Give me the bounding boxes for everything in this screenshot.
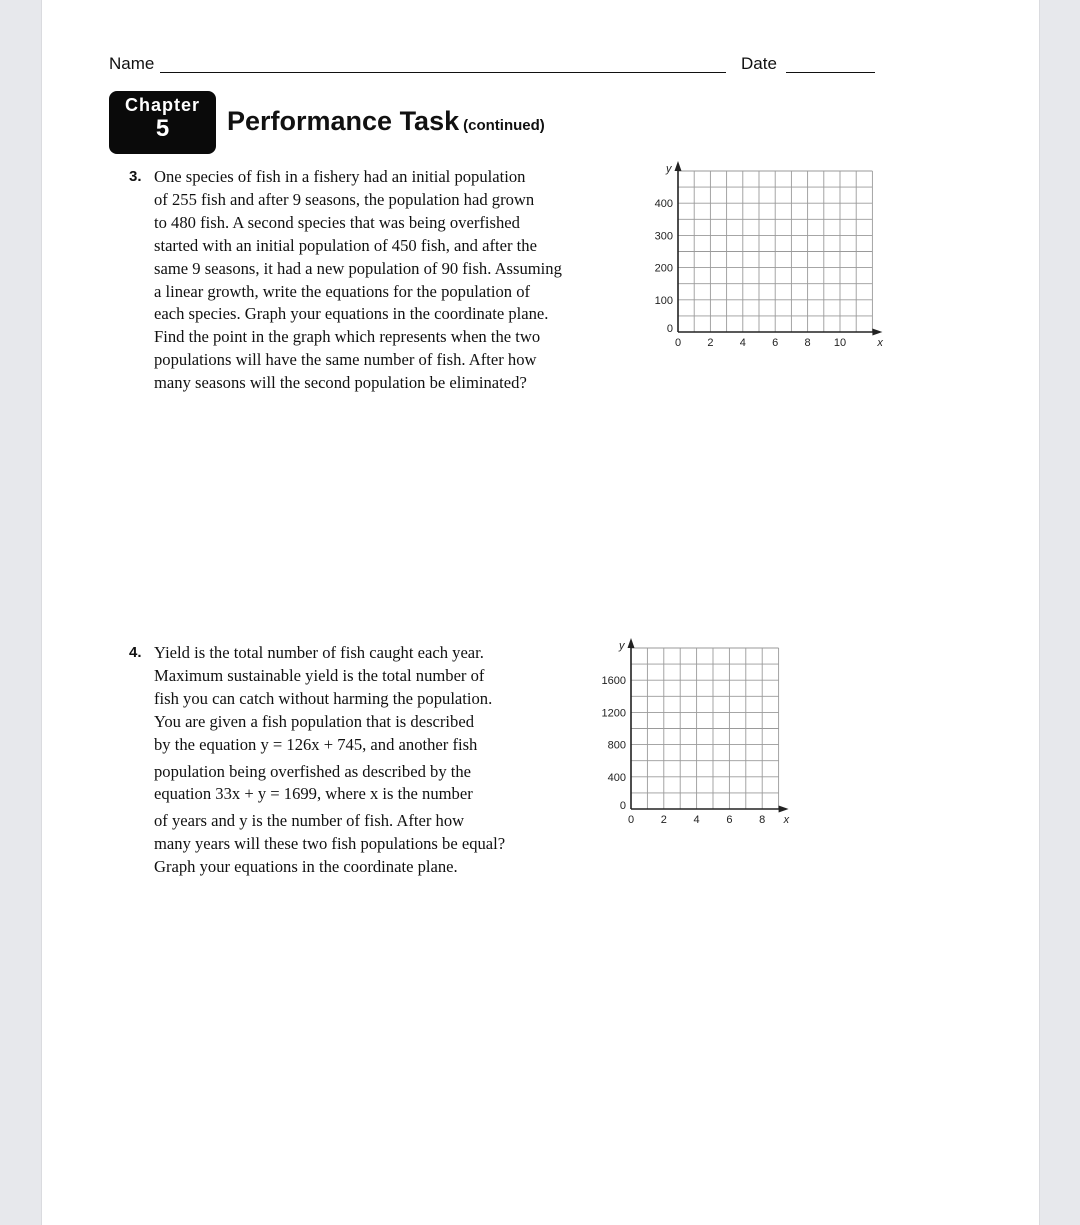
y-tick-label: 1600: [602, 675, 626, 687]
problem-number: 3.: [129, 168, 142, 185]
date-label: Date: [741, 54, 777, 73]
y-tick-label: 0: [667, 323, 673, 335]
problem-text-line: Find the point in the graph which repres…: [154, 327, 541, 347]
date-input-line[interactable]: [786, 72, 875, 73]
coordinate-plane-problem-4[interactable]: x y 0 2 4 6 8 0 400 800 1200 1600: [590, 638, 800, 833]
x-tick-label: 4: [694, 814, 700, 826]
problem-text-line: fish you can catch without harming the p…: [154, 688, 493, 708]
problem-text-line: populations will have the same number of…: [154, 350, 537, 370]
y-tick-label: 400: [608, 772, 626, 784]
x-axis-label: x: [876, 337, 883, 349]
page-title-text: Performance Task: [227, 106, 460, 136]
x-tick-label: 10: [834, 337, 846, 349]
x-tick-label: 4: [740, 337, 746, 349]
y-tick-label: 800: [608, 740, 626, 752]
problem-text-line: You are given a fish population that is …: [154, 711, 474, 731]
x-axis-arrow-icon: [872, 328, 883, 336]
problem-text-line: Graph your equations in the coordinate p…: [154, 857, 458, 877]
problem-text-line: to 480 fish. A second species that was b…: [154, 212, 520, 232]
x-tick-label: 6: [772, 337, 778, 349]
page-title-suffix: (continued): [463, 117, 545, 134]
chapter-word: Chapter: [124, 95, 200, 115]
x-tick-label: 6: [726, 814, 732, 826]
y-axis-arrow-icon: [627, 638, 635, 648]
problem-text-line: Yield is the total number of fish caught…: [154, 643, 484, 662]
y-axis-arrow-icon: [674, 161, 682, 171]
x-tick-label: 8: [759, 814, 765, 826]
coordinate-plane-problem-3[interactable]: xy0 2 4 6 8 100100200300400: [640, 160, 890, 360]
y-tick-label: 100: [655, 295, 673, 307]
problem-text-line: by the equation y = 126x + 745, and anot…: [154, 734, 478, 754]
problem-3: 3. One species of fish in a fishery had …: [129, 166, 562, 395]
problem-text-line: a linear growth, write the equations for…: [154, 281, 531, 301]
chapter-badge: Chapter 5: [109, 91, 216, 154]
problem-text-line: each species. Graph your equations in th…: [154, 304, 549, 324]
problem-text-line: many years will these two fish populatio…: [154, 834, 506, 854]
problem-text-line: many seasons will the second population …: [154, 373, 527, 393]
chapter-number: 5: [155, 115, 170, 142]
problem-text-line: One species of fish in a fishery had an …: [154, 167, 526, 186]
y-tick-label: 400: [655, 198, 673, 210]
problem-text-line: Maximum sustainable yield is the total n…: [154, 665, 485, 685]
y-axis-label: y: [665, 163, 673, 175]
problem-text-line: of 255 fish and after 9 seasons, the pop…: [154, 189, 535, 209]
problem-number: 4.: [129, 644, 142, 661]
name-input-line[interactable]: [160, 72, 726, 73]
problem-text-line: started with an initial population of 45…: [154, 235, 537, 255]
page-title: Performance Task (continued): [227, 106, 545, 137]
problem-text-line: of years and y is the number of fish. Af…: [154, 811, 465, 831]
problem-text-line: same 9 seasons, it had a new population …: [154, 258, 562, 278]
y-tick-label: 200: [655, 263, 673, 275]
x-tick-label: 8: [805, 337, 811, 349]
x-tick-label: 0: [628, 814, 634, 826]
problem-text-line: equation 33x + y = 1699, where x is the …: [154, 784, 473, 804]
name-label: Name: [109, 54, 155, 73]
x-tick-label: 0: [675, 337, 681, 349]
x-tick-label: 2: [707, 337, 713, 349]
y-tick-label: 1200: [602, 707, 626, 719]
problem-4: 4. Yield is the total number of fish cau…: [129, 642, 506, 879]
x-axis-label: x: [783, 814, 790, 826]
y-tick-label: 0: [620, 800, 626, 812]
x-tick-label: 2: [661, 814, 667, 826]
y-axis-label: y: [618, 640, 626, 652]
problem-text-line: population being overfished as described…: [154, 761, 472, 781]
y-tick-label: 300: [655, 230, 673, 242]
x-axis-arrow-icon: [778, 805, 789, 813]
